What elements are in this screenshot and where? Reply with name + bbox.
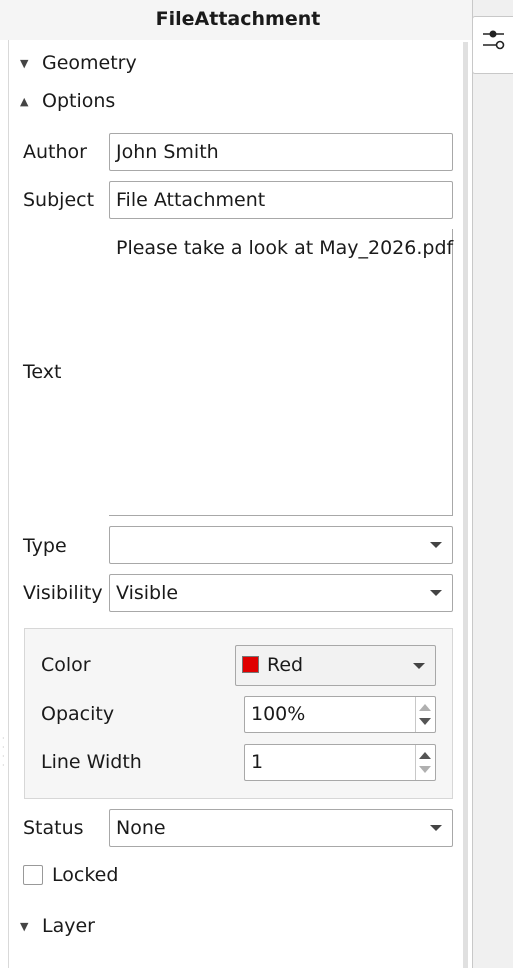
text-area[interactable]: Please take a look at May_2026.pdf [109,229,453,516]
subject-label: Subject [23,189,95,211]
caret-expanded-icon: ▲ [20,94,29,108]
line-width-spinbox[interactable]: 1 [244,744,436,781]
type-select[interactable] [109,526,453,564]
chevron-down-icon [430,825,442,831]
spin-up-icon[interactable] [419,704,431,711]
subject-input[interactable]: File Attachment [109,181,453,219]
locked-label[interactable]: Locked [52,864,118,886]
type-label: Type [23,535,67,557]
text-area-content: Please take a look at May_2026.pdf [116,237,454,259]
opacity-value: 100% [251,703,306,725]
author-label: Author [23,141,87,163]
locked-checkbox[interactable] [23,865,43,885]
caret-collapsed-icon: ▼ [20,919,29,933]
chevron-down-icon [413,663,425,669]
author-input[interactable]: John Smith [109,133,453,171]
spin-separator [415,745,416,780]
spin-up-icon[interactable] [419,752,431,759]
status-select[interactable]: None [109,809,453,847]
chevron-down-icon [430,590,442,596]
color-picker-button[interactable]: Red [235,645,436,686]
spin-down-icon[interactable] [419,718,431,725]
opacity-spinbox[interactable]: 100% [244,696,436,733]
panel-title: FileAttachment [155,8,321,30]
splitter-grip-icon[interactable]: · · · · [2,734,5,770]
right-sidebar [472,0,513,968]
spin-separator [415,697,416,732]
line-width-value: 1 [251,751,264,773]
visibility-label: Visibility [23,582,103,604]
visibility-select[interactable]: Visible [109,574,453,612]
section-geometry[interactable]: ▼ Geometry [20,48,137,78]
line-width-label: Line Width [41,751,142,773]
status-select-value: None [116,817,166,839]
section-options-label: Options [42,90,116,112]
section-layer[interactable]: ▼ Layer [20,911,95,941]
visibility-select-value: Visible [116,582,179,604]
section-options[interactable]: ▲ Options [20,86,115,116]
text-label: Text [23,361,62,383]
properties-tab[interactable] [472,16,513,74]
chevron-down-icon [430,542,442,548]
section-geometry-label: Geometry [42,52,137,74]
vertical-scrollbar[interactable] [463,42,468,968]
color-value: Red [267,654,304,676]
section-layer-label: Layer [42,915,95,937]
color-label: Color [41,654,91,676]
spin-down-icon[interactable] [419,766,431,773]
properties-sliders-icon [483,30,505,50]
status-label: Status [23,817,84,839]
opacity-label: Opacity [41,703,115,725]
color-swatch [242,656,259,673]
caret-collapsed-icon: ▼ [20,56,29,70]
